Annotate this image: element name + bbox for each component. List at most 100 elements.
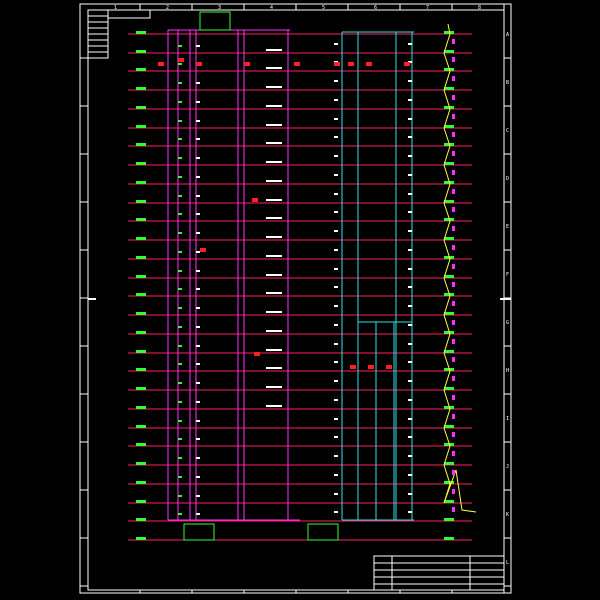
branch-left-2 [196, 420, 200, 422]
branch-cyan [334, 511, 338, 513]
branch-left [178, 513, 182, 515]
drain-fixture [452, 395, 455, 400]
level-marker [136, 387, 146, 390]
branch-mid [266, 386, 282, 388]
branch-left-2 [196, 82, 200, 84]
level-marker [136, 350, 146, 353]
branch-left-2 [196, 401, 200, 403]
frame-label-right: C [506, 128, 509, 134]
level-marker [136, 218, 146, 221]
branch-cyan-2 [408, 136, 412, 138]
branch-left-2 [196, 363, 200, 365]
branch-left-2 [196, 232, 200, 234]
branch-mid [266, 349, 282, 351]
level-marker-right [444, 200, 454, 203]
branch-cyan-2 [408, 193, 412, 195]
branch-mid [266, 124, 282, 126]
branch-cyan-2 [408, 249, 412, 251]
drawing-frame: 1 2 3 4 5 6 7 8ABCDEFGHIJKL [79, 3, 512, 594]
drain-fixture [452, 170, 455, 175]
branch-cyan-2 [408, 361, 412, 363]
level-marker [136, 462, 146, 465]
branch-cyan-2 [408, 99, 412, 101]
branch-cyan-2 [408, 43, 412, 45]
branch-left-2 [196, 120, 200, 122]
branch-left-2 [196, 157, 200, 159]
drain-fixture [452, 489, 455, 494]
frame-label-right: L [506, 560, 509, 566]
valve [348, 62, 354, 66]
drain-fixture [452, 189, 455, 194]
branch-cyan-2 [408, 343, 412, 345]
drain-fixture [452, 282, 455, 287]
drain-fixture [452, 414, 455, 419]
branch-left [178, 120, 182, 122]
branch-left [178, 232, 182, 234]
branch-left [178, 288, 182, 290]
branch-cyan [334, 436, 338, 438]
drain-fixture [452, 114, 455, 119]
branch-cyan [334, 249, 338, 251]
branch-left [178, 401, 182, 403]
branch-mid [266, 274, 282, 276]
branch-left [178, 251, 182, 253]
drain-fixture [452, 95, 455, 100]
branch-cyan [334, 193, 338, 195]
branch-cyan-2 [408, 155, 412, 157]
frame-label-right: B [506, 80, 509, 86]
branch-cyan-2 [408, 211, 412, 213]
branch-cyan [334, 474, 338, 476]
riser-pipes [167, 11, 477, 541]
valve [366, 62, 372, 66]
branch-left [178, 157, 182, 159]
branch-left [178, 363, 182, 365]
level-marker [136, 200, 146, 203]
drain-fixture [452, 301, 455, 306]
level-marker-right [444, 275, 454, 278]
level-marker [136, 31, 146, 34]
valve [404, 62, 410, 66]
level-marker [136, 125, 146, 128]
branch-mid [266, 405, 282, 407]
drain-fixture [452, 320, 455, 325]
drain-fixture [452, 151, 455, 156]
frame-label-right: F [506, 272, 509, 278]
branch-left [178, 195, 182, 197]
branch-cyan [334, 380, 338, 382]
valve [294, 62, 300, 66]
frame-label-top: 4 [270, 5, 273, 11]
branch-left [178, 176, 182, 178]
branch-cyan-2 [408, 286, 412, 288]
branch-left [178, 495, 182, 497]
branch-mid [266, 161, 282, 163]
branch-left [178, 457, 182, 459]
level-marker [136, 331, 146, 334]
level-marker-right [444, 518, 454, 521]
roof-tank [199, 11, 231, 31]
frame-label-top: 3 [218, 5, 221, 11]
frame-label-right: H [506, 368, 509, 374]
frame-label-top: 7 [426, 5, 429, 11]
branch-mid [266, 330, 282, 332]
branch-cyan-2 [408, 455, 412, 457]
level-marker-right [444, 162, 454, 165]
plumbing-system-diagram: 1 2 3 4 5 6 7 8ABCDEFGHIJKL [79, 3, 512, 594]
branch-left-2 [196, 457, 200, 459]
level-marker-right [444, 237, 454, 240]
level-marker [136, 425, 146, 428]
header-tab [107, 9, 151, 19]
level-marker [136, 537, 146, 540]
frame-label-right: D [506, 176, 509, 182]
branch-cyan-2 [408, 493, 412, 495]
drain-fixture [452, 132, 455, 137]
branch-left [178, 382, 182, 384]
branch-left-2 [196, 476, 200, 478]
branch-cyan [334, 324, 338, 326]
branch-left [178, 63, 182, 65]
branch-cyan [334, 493, 338, 495]
valve [252, 198, 258, 202]
branch-mid [266, 86, 282, 88]
frame-label-top: 6 [374, 5, 377, 11]
branch-left-2 [196, 101, 200, 103]
branch-left [178, 307, 182, 309]
